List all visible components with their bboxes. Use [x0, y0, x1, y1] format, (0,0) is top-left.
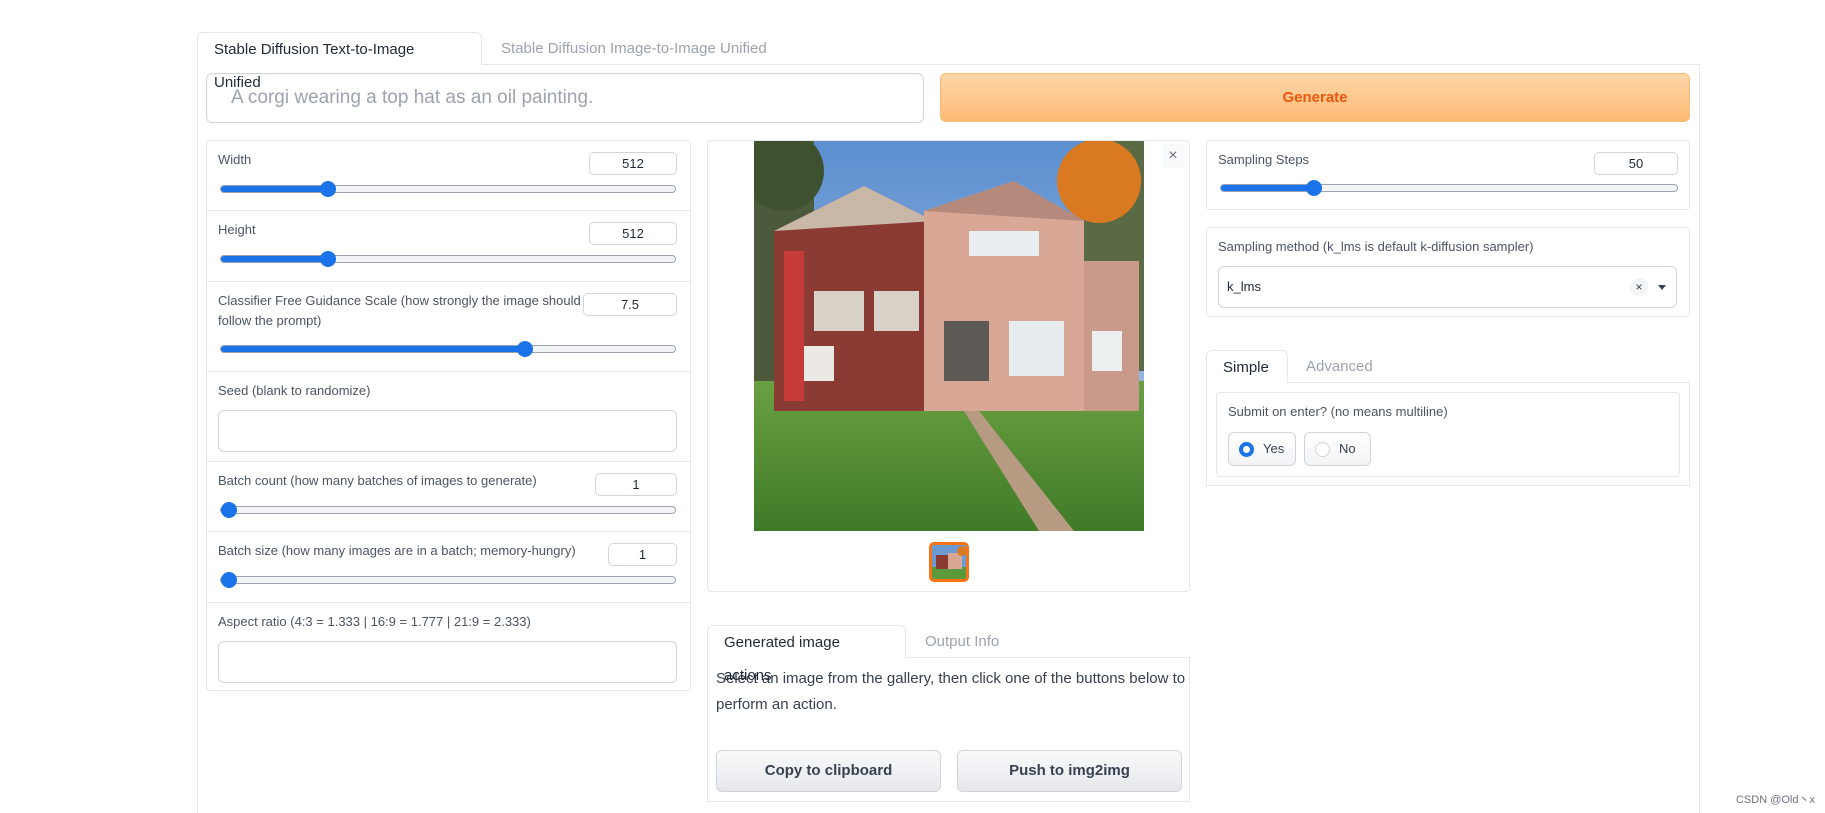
- width-control: Width 512: [207, 141, 690, 211]
- width-slider-thumb[interactable]: [319, 181, 336, 197]
- tab-output-info[interactable]: Output Info: [909, 625, 1015, 658]
- watermark: CSDN @Old丶x: [1735, 794, 1815, 806]
- push-to-img2img-button[interactable]: Push to img2img: [957, 750, 1182, 792]
- sampling-method-value: k_lms: [1227, 279, 1261, 294]
- width-slider[interactable]: [220, 181, 676, 197]
- radio-no-indicator: [1315, 442, 1330, 457]
- width-number-input[interactable]: 512: [589, 152, 677, 175]
- app-root: Stable Diffusion Text-to-Image Unified S…: [0, 0, 1825, 813]
- copy-to-clipboard-button[interactable]: Copy to clipboard: [716, 750, 941, 792]
- cfg-scale-control: Classifier Free Guidance Scale (how stro…: [207, 282, 690, 372]
- tab-generated-image-actions[interactable]: Generated image actions: [707, 625, 906, 684]
- batch-size-slider[interactable]: [220, 572, 676, 588]
- cfg-scale-number-input[interactable]: 7.5: [583, 293, 677, 316]
- width-slider-fill: [221, 186, 328, 192]
- actions-description: Select an image from the gallery, then c…: [716, 670, 1186, 713]
- tab-advanced[interactable]: Advanced: [1290, 350, 1389, 383]
- sampling-steps-slider-thumb[interactable]: [1306, 180, 1323, 196]
- house-image: [754, 141, 1144, 531]
- submit-on-enter-control: Submit on enter? (no means multiline) Ye…: [1216, 392, 1680, 477]
- clear-selection-icon[interactable]: ×: [1630, 278, 1648, 296]
- aspect-ratio-control: Aspect ratio (4:3 = 1.333 | 16:9 = 1.777…: [207, 603, 690, 692]
- seed-control: Seed (blank to randomize): [207, 372, 690, 462]
- radio-no[interactable]: No: [1304, 432, 1371, 466]
- sampling-steps-label: Sampling Steps: [1218, 152, 1310, 167]
- radio-yes[interactable]: Yes: [1228, 432, 1296, 466]
- sampling-method-control: Sampling method (k_lms is default k-diff…: [1206, 227, 1690, 317]
- height-number-input[interactable]: 512: [589, 222, 677, 245]
- generate-button[interactable]: Generate: [940, 73, 1690, 122]
- cfg-scale-label: Classifier Free Guidance Scale (how stro…: [218, 293, 581, 328]
- height-control: Height 512: [207, 211, 690, 282]
- seed-label: Seed (blank to randomize): [218, 383, 371, 398]
- batch-size-control: Batch size (how many images are in a bat…: [207, 532, 690, 603]
- prompt-placeholder: A corgi wearing a top hat as an oil pain…: [231, 87, 594, 108]
- height-label: Height: [218, 222, 256, 237]
- radio-yes-label: Yes: [1263, 441, 1285, 456]
- seed-input[interactable]: [218, 410, 677, 452]
- batch-size-slider-thumb[interactable]: [221, 572, 237, 588]
- height-slider-thumb[interactable]: [319, 251, 336, 267]
- height-slider[interactable]: [220, 251, 676, 267]
- batch-size-number-input[interactable]: 1: [608, 543, 677, 566]
- parameters-panel: Width 512 Height 512 Classifier Free Gui…: [206, 140, 691, 691]
- radio-yes-indicator: [1239, 442, 1254, 457]
- cfg-scale-slider[interactable]: [220, 341, 676, 357]
- cfg-scale-slider-thumb[interactable]: [517, 341, 534, 357]
- sampling-steps-number-input[interactable]: 50: [1594, 152, 1678, 175]
- tab-simple[interactable]: Simple: [1206, 350, 1288, 383]
- simple-tab-panel: Submit on enter? (no means multiline) Ye…: [1206, 382, 1690, 486]
- submit-on-enter-label: Submit on enter? (no means multiline): [1228, 404, 1448, 419]
- tab-img2img[interactable]: Stable Diffusion Image-to-Image Unified: [485, 32, 783, 65]
- sampling-steps-slider-fill: [1221, 185, 1315, 191]
- cfg-scale-slider-fill: [221, 346, 526, 352]
- thumbnail-image: [932, 545, 966, 579]
- sampling-steps-slider[interactable]: [1220, 180, 1678, 196]
- aspect-ratio-input[interactable]: [218, 641, 677, 683]
- close-gallery-icon[interactable]: ×: [1161, 144, 1185, 168]
- tab-txt2img[interactable]: Stable Diffusion Text-to-Image Unified: [197, 32, 482, 91]
- gallery-thumbnail-selected[interactable]: [929, 542, 969, 582]
- height-slider-fill: [221, 256, 328, 262]
- batch-count-slider[interactable]: [220, 502, 676, 518]
- actions-panel: Select an image from the gallery, then c…: [707, 657, 1190, 802]
- prompt-input[interactable]: A corgi wearing a top hat as an oil pain…: [206, 73, 924, 123]
- batch-count-control: Batch count (how many batches of images …: [207, 462, 690, 532]
- radio-no-label: No: [1339, 441, 1356, 456]
- batch-size-label: Batch size (how many images are in a bat…: [218, 543, 576, 558]
- batch-count-number-input[interactable]: 1: [595, 473, 677, 496]
- chevron-down-icon[interactable]: [1658, 285, 1666, 290]
- sampling-method-label: Sampling method (k_lms is default k-diff…: [1218, 239, 1534, 254]
- generated-image[interactable]: [754, 141, 1144, 531]
- output-gallery: ×: [707, 140, 1190, 592]
- aspect-ratio-label: Aspect ratio (4:3 = 1.333 | 16:9 = 1.777…: [218, 614, 531, 629]
- batch-count-slider-thumb[interactable]: [221, 502, 237, 518]
- width-label: Width: [218, 152, 252, 167]
- sampling-method-select[interactable]: k_lms ×: [1218, 266, 1677, 308]
- sampling-steps-control: Sampling Steps 50: [1206, 140, 1690, 210]
- batch-count-label: Batch count (how many batches of images …: [218, 473, 537, 488]
